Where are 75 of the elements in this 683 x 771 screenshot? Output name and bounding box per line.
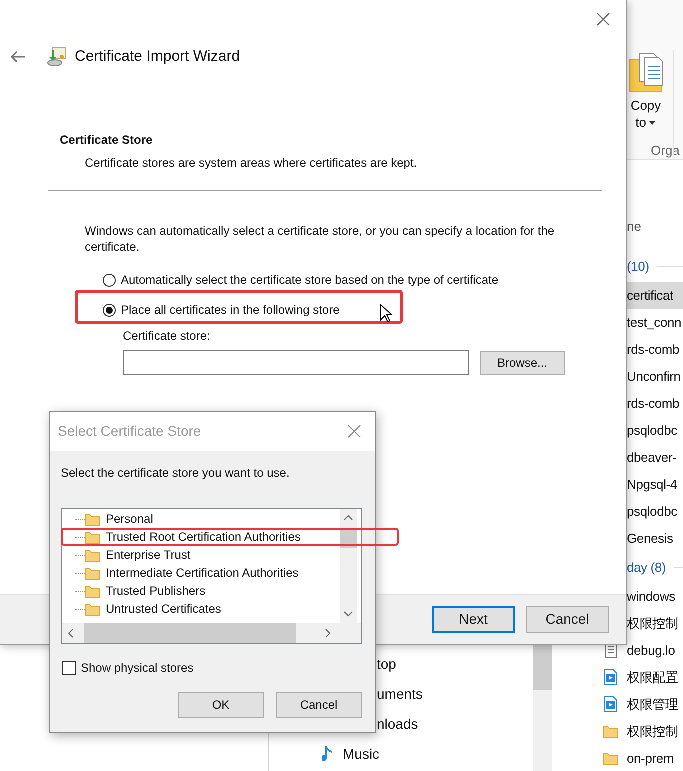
scroll-left-icon[interactable] bbox=[68, 628, 74, 638]
back-arrow-icon[interactable] bbox=[10, 51, 26, 63]
cancel-button[interactable]: Cancel bbox=[526, 606, 609, 633]
radio-option[interactable]: Automatically select the certificate store based on the type of certificate bbox=[103, 271, 626, 289]
group-header[interactable]: day (8) bbox=[627, 552, 683, 583]
copy-documents-icon bbox=[628, 52, 664, 94]
folder-icon bbox=[603, 752, 618, 765]
nav-item[interactable]: Music bbox=[300, 739, 423, 769]
close-icon bbox=[596, 12, 610, 26]
scroll-down-icon[interactable] bbox=[344, 611, 353, 617]
group-header[interactable]: (10) bbox=[627, 251, 683, 282]
section-heading: Certificate Store bbox=[59, 132, 154, 149]
section-subheading: Certificate stores are system areas where certificates are kept. bbox=[84, 155, 418, 172]
tree-item[interactable]: Untrusted Certificates bbox=[62, 600, 340, 618]
description-text: Windows can automatically select a certificate store, or you can specify a location for the certificate. bbox=[85, 223, 556, 255]
ok-button[interactable]: OK bbox=[178, 692, 264, 718]
file-row[interactable]: rds-comb bbox=[627, 390, 683, 417]
folder-icon bbox=[85, 602, 100, 616]
close-icon bbox=[348, 425, 360, 438]
file-row[interactable]: rds-comb bbox=[627, 336, 683, 363]
tree-item[interactable]: Intermediate Certification Authorities bbox=[62, 564, 340, 582]
folder-icon bbox=[85, 584, 100, 598]
dialog-title: Select Certificate Store bbox=[58, 422, 202, 441]
file-row[interactable]: psqlodbc bbox=[627, 417, 683, 444]
file-row[interactable]: 权限控制 bbox=[627, 610, 683, 637]
caret-icon bbox=[649, 120, 656, 124]
folder-icon bbox=[85, 548, 100, 562]
scrollbar-thumb[interactable] bbox=[84, 623, 296, 643]
cancel-button[interactable]: Cancel bbox=[276, 692, 362, 718]
vertical-scrollbar[interactable] bbox=[340, 509, 357, 623]
file-row[interactable]: Genesis bbox=[627, 525, 683, 552]
next-button[interactable]: Next bbox=[432, 606, 515, 633]
window-title: Certificate Import Wizard bbox=[75, 46, 240, 67]
certificate-icon bbox=[47, 47, 67, 67]
file-row[interactable]: Unconfirn bbox=[627, 363, 683, 390]
folder-icon bbox=[603, 725, 618, 738]
file-row[interactable]: on-prem bbox=[627, 745, 683, 771]
scroll-up-icon[interactable] bbox=[344, 515, 353, 521]
radio-option[interactable]: Place all certificates in the following store bbox=[103, 301, 626, 319]
file-row[interactable]: 权限控制 bbox=[627, 718, 683, 745]
field-label: Certificate store: bbox=[123, 328, 212, 345]
file-row[interactable]: certificat bbox=[627, 282, 683, 309]
music-note-icon bbox=[322, 745, 334, 763]
tree-item[interactable]: Trusted Publishers bbox=[62, 582, 340, 600]
tree-item[interactable]: Trusted Root Certification Authorities bbox=[62, 528, 340, 546]
file-row[interactable]: windows bbox=[627, 583, 683, 610]
video-file-icon bbox=[604, 669, 617, 685]
file-row[interactable]: dbeaver- bbox=[627, 444, 683, 471]
scroll-right-icon[interactable] bbox=[325, 628, 331, 638]
dialog-prompt: Select the certificate store you want to use. bbox=[61, 465, 291, 482]
tree-item[interactable]: Enterprise Trust bbox=[62, 546, 340, 564]
file-row[interactable]: Npgsql-4 bbox=[627, 471, 683, 498]
ribbon-group-label: Orga bbox=[651, 142, 680, 160]
file-row[interactable]: 权限配置 bbox=[627, 664, 683, 691]
column-header[interactable]: ne bbox=[627, 217, 642, 236]
folder-icon bbox=[85, 566, 100, 580]
horizontal-scrollbar[interactable] bbox=[62, 623, 361, 643]
video-file-icon bbox=[604, 696, 617, 712]
scrollbar[interactable] bbox=[533, 645, 552, 771]
file-row[interactable]: psqlodbc bbox=[627, 498, 683, 525]
show-physical-stores-option[interactable]: Show physical stores bbox=[62, 659, 375, 677]
file-row[interactable]: 权限管理 bbox=[627, 691, 683, 718]
tree-item[interactable]: Personal bbox=[62, 510, 340, 528]
close-button[interactable] bbox=[347, 424, 361, 438]
cursor-icon bbox=[380, 304, 393, 323]
folder-icon bbox=[85, 512, 100, 526]
radio-button[interactable] bbox=[103, 274, 116, 286]
certificate-store-field[interactable] bbox=[123, 350, 469, 375]
radio-button[interactable] bbox=[103, 304, 116, 316]
browse-button[interactable]: Browse... bbox=[480, 350, 565, 374]
file-row[interactable]: test_conn bbox=[627, 309, 683, 336]
copy-to-button[interactable]: Copy to bbox=[628, 52, 664, 131]
folder-icon bbox=[85, 530, 100, 544]
close-button[interactable] bbox=[594, 10, 612, 28]
checkbox[interactable] bbox=[62, 661, 76, 675]
